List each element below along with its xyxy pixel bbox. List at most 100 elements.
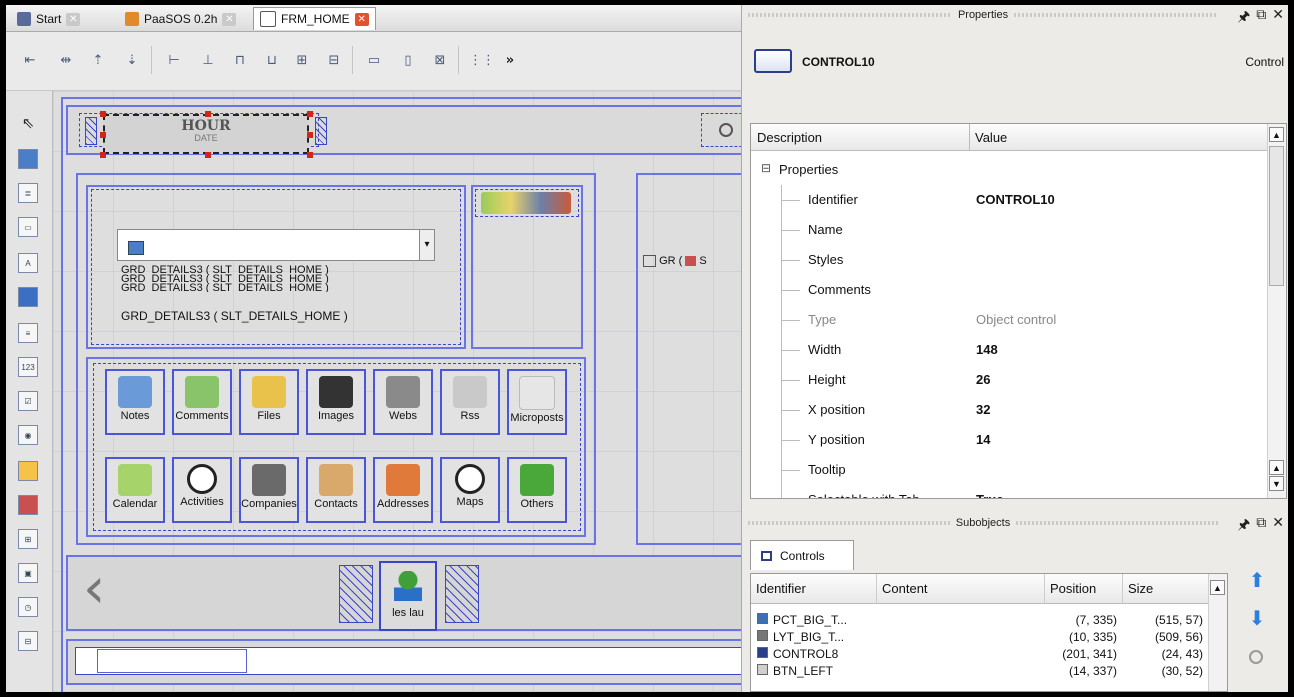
close-icon[interactable]: ✕ xyxy=(66,12,81,26)
combo-tool-icon[interactable]: ▭ xyxy=(18,217,38,237)
grid-combo[interactable]: ▾ xyxy=(117,229,435,261)
property-row[interactable]: Type Object control xyxy=(751,305,1268,335)
images-button[interactable]: Images xyxy=(306,369,366,435)
pin-icon[interactable]: 🖈 xyxy=(1237,514,1250,538)
distribute-vertical-icon[interactable]: ⊔ xyxy=(262,50,282,70)
radio-tool-icon[interactable]: ◉ xyxy=(18,425,38,445)
notes-button[interactable]: Notes xyxy=(105,369,165,435)
value-column-header[interactable]: Value xyxy=(975,130,1007,145)
move-down-button[interactable]: ⬇ xyxy=(1247,608,1267,630)
numeric-tool-icon[interactable]: 123 xyxy=(18,357,38,377)
static-tool-icon[interactable]: A xyxy=(18,253,38,273)
float-icon[interactable]: ⧉ xyxy=(1256,514,1266,538)
property-value[interactable]: 14 xyxy=(976,432,990,447)
property-row[interactable]: Tooltip xyxy=(751,455,1268,485)
properties-scrollbar[interactable]: ▲ ▲ ▼ xyxy=(1267,124,1286,498)
properties-group-row[interactable]: ⊟ Properties xyxy=(751,155,1268,185)
property-value[interactable]: True xyxy=(976,492,1003,498)
clock-tool-icon[interactable]: ◷ xyxy=(18,597,38,617)
add-icon[interactable] xyxy=(1249,650,1263,664)
resize-handle[interactable] xyxy=(100,111,106,117)
resize-height-icon[interactable]: ▯ xyxy=(398,50,418,70)
property-value[interactable]: 148 xyxy=(976,342,998,357)
property-value[interactable]: 26 xyxy=(976,372,990,387)
distribute-horizontal-icon[interactable]: ⊓ xyxy=(230,50,250,70)
scroll-thumb[interactable] xyxy=(1269,146,1284,286)
same-width-icon[interactable]: ⊢ xyxy=(164,50,184,70)
tab-project[interactable]: PaaSOS 0.2h ✕ xyxy=(118,7,243,31)
table-row[interactable]: LYT_BIG_T... (10, 335) (509, 56) xyxy=(751,629,1211,645)
user-button[interactable]: les lau xyxy=(379,561,437,631)
table-tool-icon[interactable] xyxy=(18,495,38,515)
addresses-button[interactable]: Addresses xyxy=(373,457,433,523)
window-tool-icon[interactable]: ▣ xyxy=(18,563,38,583)
align-top-icon[interactable]: ⇡ xyxy=(88,50,108,70)
toolbar-overflow-button[interactable]: » xyxy=(500,50,520,70)
property-row[interactable]: Name xyxy=(751,215,1268,245)
tab-start[interactable]: Start ✕ xyxy=(10,7,87,31)
resize-width-icon[interactable]: ▭ xyxy=(364,50,384,70)
identifier-column-header[interactable]: Identifier xyxy=(751,574,877,604)
hour-date-control[interactable]: HOUR DATE xyxy=(103,114,309,154)
contacts-button[interactable]: Contacts xyxy=(306,457,366,523)
chevron-down-icon[interactable]: ▾ xyxy=(419,230,434,260)
close-icon[interactable]: ✕ xyxy=(1272,6,1284,30)
align-center-vertical-icon[interactable]: ⇹ xyxy=(56,50,76,70)
image-tool-icon[interactable] xyxy=(18,149,38,169)
same-height-icon[interactable]: ⊥ xyxy=(198,50,218,70)
resize-handle[interactable] xyxy=(307,152,313,158)
tab-frm-home[interactable]: FRM_HOME ✕ xyxy=(253,7,376,30)
resize-handle[interactable] xyxy=(100,152,106,158)
settings-icon[interactable] xyxy=(719,123,733,137)
resize-handle[interactable] xyxy=(100,132,106,138)
resize-handle[interactable] xyxy=(307,132,313,138)
table-row[interactable]: CONTROL8 (201, 341) (24, 43) xyxy=(751,646,1211,662)
close-icon[interactable]: ✕ xyxy=(1272,514,1284,538)
pin-icon[interactable]: 🖈 xyxy=(1237,6,1250,30)
chart-tool-icon[interactable] xyxy=(18,461,38,481)
companies-button[interactable]: Companies xyxy=(239,457,299,523)
property-row[interactable]: Styles xyxy=(751,245,1268,275)
checkbox-tool-icon[interactable]: ☑ xyxy=(18,391,38,411)
microposts-button[interactable]: Microposts xyxy=(507,369,567,435)
tree-tool-icon[interactable]: ⊞ xyxy=(18,529,38,549)
property-row[interactable]: Width 148 xyxy=(751,335,1268,365)
tab-controls[interactable]: Controls xyxy=(750,540,854,570)
resize-handle[interactable] xyxy=(205,111,211,117)
form-canvas[interactable]: HOUR DATE ▾ GRD_DETAILS3 (SLT_DETAILS_H… xyxy=(53,91,741,692)
property-value[interactable]: 32 xyxy=(976,402,990,417)
scroll-up-icon[interactable]: ▲ xyxy=(1269,460,1284,475)
property-row[interactable]: X position 32 xyxy=(751,395,1268,425)
property-value[interactable]: CONTROL10 xyxy=(976,192,1055,207)
scroll-down-icon[interactable]: ▼ xyxy=(1269,476,1284,491)
collapse-icon[interactable]: ⊟ xyxy=(761,161,771,175)
size-column-header[interactable]: Size xyxy=(1123,574,1211,604)
table-row[interactable]: PCT_BIG_T... (7, 335) (515, 57) xyxy=(751,612,1211,628)
button-tool-icon[interactable] xyxy=(18,287,38,307)
controls-scrollbar[interactable]: ▲ xyxy=(1208,574,1227,691)
description-column-header[interactable]: Description xyxy=(757,130,822,145)
pointer-tool-icon[interactable]: ⇖ xyxy=(18,113,38,133)
align-left-icon[interactable]: ⇤ xyxy=(20,50,40,70)
property-row[interactable]: Comments xyxy=(751,275,1268,305)
center-vertical-icon[interactable]: ⊟ xyxy=(324,50,344,70)
resize-handle[interactable] xyxy=(307,111,313,117)
edit-tool-icon[interactable]: ≣ xyxy=(18,183,38,203)
calendar-button[interactable]: Calendar xyxy=(105,457,165,523)
comments-button[interactable]: Comments xyxy=(172,369,232,435)
scroll-up-icon[interactable]: ▲ xyxy=(1269,127,1284,142)
property-row[interactable]: Selectable with Tab True xyxy=(751,485,1268,498)
resize-handle[interactable] xyxy=(205,152,211,158)
rss-button[interactable]: Rss xyxy=(440,369,500,435)
float-icon[interactable]: ⧉ xyxy=(1256,6,1266,30)
center-horizontal-icon[interactable]: ⊞ xyxy=(292,50,312,70)
activities-button[interactable]: Activities xyxy=(172,457,232,523)
position-column-header[interactable]: Position xyxy=(1045,574,1123,604)
left-arrow-button[interactable]: ‹ xyxy=(83,559,105,619)
scroll-up-icon[interactable]: ▲ xyxy=(1210,580,1225,595)
close-icon[interactable]: ✕ xyxy=(354,12,369,26)
list-tool-icon[interactable]: ≡ xyxy=(18,323,38,343)
property-row[interactable]: Y position 14 xyxy=(751,425,1268,455)
content-column-header[interactable]: Content xyxy=(877,574,1045,604)
close-icon[interactable]: ✕ xyxy=(222,12,237,26)
